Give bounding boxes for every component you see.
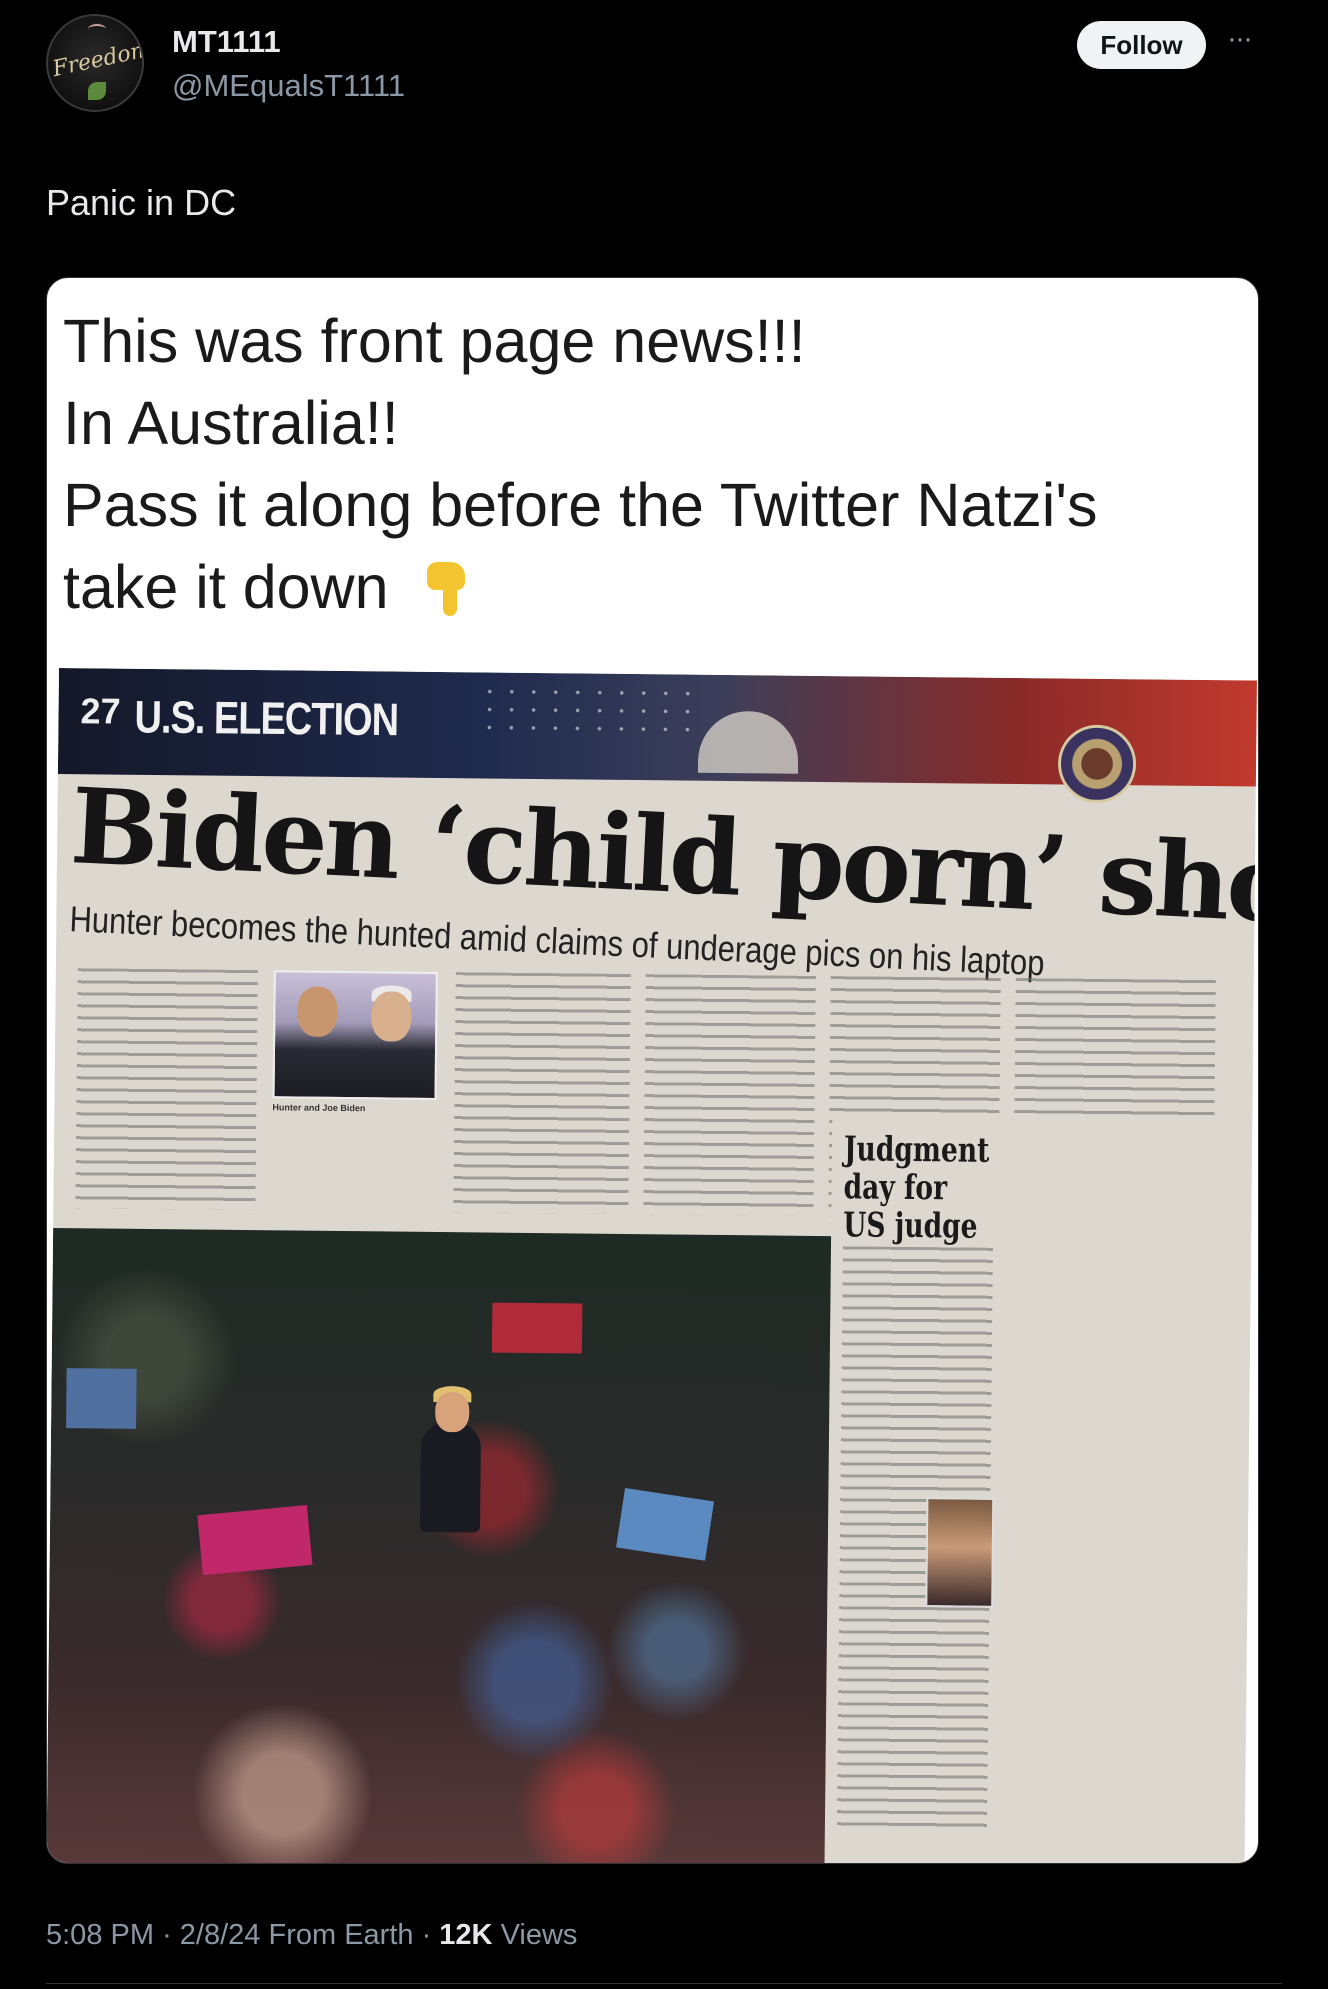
meme-line: This was front page news!!! [63,307,806,375]
person-face [371,991,412,1042]
meme-line: Pass it along before the Twitter Natzi's [63,471,1098,539]
newspaper-banner: 27 U.S. ELECTION [57,668,1257,804]
tweet-source: From Earth [268,1919,414,1951]
author-handle[interactable]: @MEqualsT1111 [172,68,405,104]
capitol-graphic [697,710,799,774]
divider [46,1983,1282,1984]
avatar-crown-mark [88,24,106,34]
sidebar-headline-line: Judgment [843,1129,990,1171]
more-horizontal-icon[interactable]: ··· [1222,24,1256,60]
tweet-metadata: 5:08 PM · 2/8/24 From Earth · 12K Views [46,1919,577,1952]
avatar-logo-text: Freedom [50,36,144,83]
article-column [75,968,258,1211]
section-label: U.S. ELECTION [134,692,399,746]
rally-crowd-photo [47,1227,839,1863]
meme-line: In Australia!! [63,389,399,457]
speaker-head [435,1391,470,1433]
tweet-media-image[interactable]: This was front page news!!! In Australia… [46,277,1259,1864]
pointing-down-icon [423,562,469,618]
article-column [643,974,816,1216]
rally-sign [491,1302,583,1354]
meme-line-last: take it down [63,546,1243,628]
rally-sign [616,1488,715,1561]
meme-caption: This was front page news!!! In Australia… [63,300,1243,628]
tweet-date[interactable]: 2/8/24 [180,1919,261,1951]
avatar-leaf-mark [88,82,106,100]
separator-dot: · [421,1919,440,1951]
person-face [297,986,338,1037]
inset-photo [272,970,438,1100]
rally-sign [197,1505,313,1576]
tweet-text: Panic in DC [46,182,237,223]
views-label: Views [500,1919,578,1951]
article-column [453,972,631,1214]
follow-button[interactable]: Follow [1077,21,1206,69]
meme-line-text: take it down [63,553,389,621]
views-count: 12K [439,1919,493,1951]
sidebar-headline-line: day for [843,1167,948,1209]
inset-photo-caption: Hunter and Joe Biden [272,1102,366,1114]
tweet-time[interactable]: 5:08 PM [46,1919,154,1951]
avatar[interactable]: Freedom [46,14,144,112]
page-number: 27 [80,690,121,732]
rally-sign [66,1368,137,1429]
sidebar-headline: Judgment day for US judge [842,1129,990,1247]
judge-portrait [925,1497,995,1608]
stars-graphic [478,682,699,745]
newspaper-photo: 27 U.S. ELECTION Biden ‘child porn’ shoc… [47,668,1257,1863]
speaker-figure [419,1421,482,1533]
author-display-name[interactable]: MT1111 [172,24,281,60]
presidential-seal-icon [1057,724,1137,804]
sidebar-story: Judgment day for US judge [824,1116,1253,1863]
sidebar-headline-line: US judge [842,1205,978,1247]
separator-dot: · [162,1919,180,1951]
